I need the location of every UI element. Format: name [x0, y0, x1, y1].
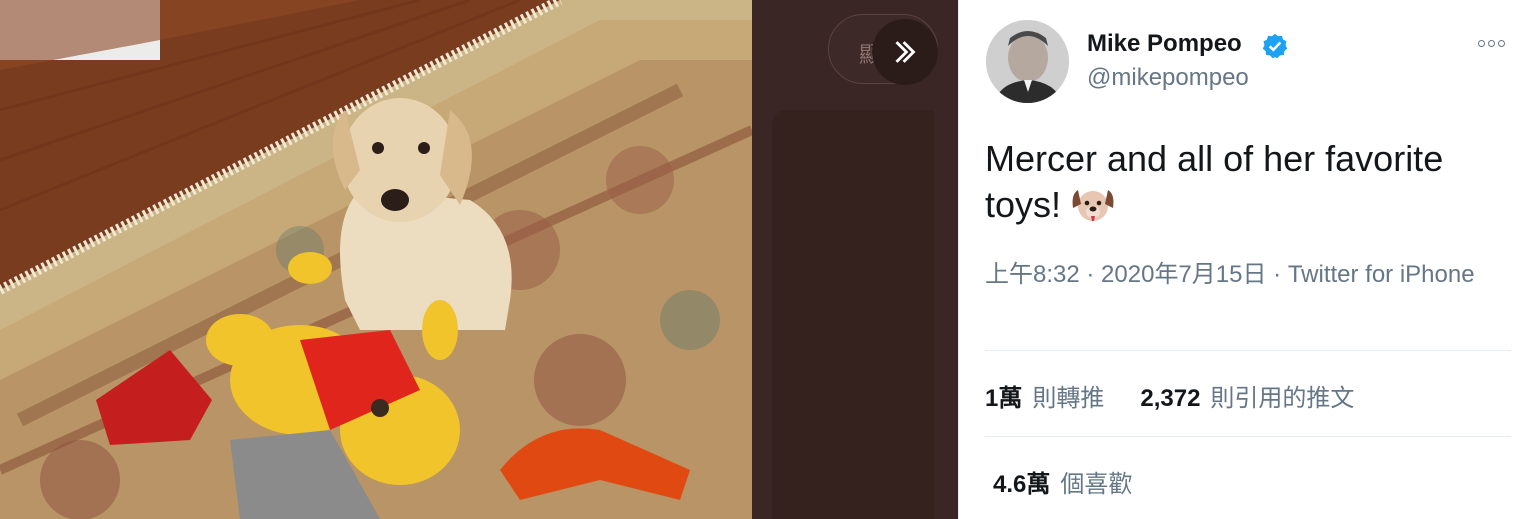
- stat-label: 個喜歡: [1060, 470, 1133, 498]
- divider: [985, 436, 1511, 437]
- tweet-text-content: Mercer and all of her favorite toys!: [985, 138, 1444, 225]
- tweet-stats: 1萬 則轉推 2,372 則引用的推文: [985, 372, 1390, 418]
- retweets-stat[interactable]: 1萬 則轉推: [985, 378, 1104, 413]
- quote-tweets-stat[interactable]: 2,372 則引用的推文: [1140, 378, 1354, 413]
- tweet-detail: Mike Pompeo @mikepompeo Mercer and all o…: [959, 0, 1536, 519]
- tweet-time: 上午8:32: [985, 261, 1080, 288]
- avatar[interactable]: [986, 20, 1069, 103]
- author-handle[interactable]: @mikepompeo: [1087, 64, 1249, 92]
- stat-label: 則引用的推文: [1210, 384, 1355, 412]
- next-button[interactable]: [872, 19, 938, 85]
- tweet-text: Mercer and all of her favorite toys!: [985, 136, 1515, 228]
- tweet-timestamp-link[interactable]: 上午8:32 · 2020年7月15日: [985, 261, 1266, 288]
- stat-label: 則轉推: [1032, 384, 1105, 412]
- more-dot-icon: [1477, 39, 1485, 47]
- dimmed-panel: [772, 110, 934, 519]
- dog-face-icon: [1072, 190, 1114, 221]
- stat-value: 1萬: [985, 384, 1023, 412]
- more-dot-icon: [1487, 39, 1495, 47]
- meta-separator: ·: [1079, 261, 1102, 288]
- verified-badge-icon: [1262, 33, 1288, 59]
- meta-separator: ·: [1266, 261, 1288, 288]
- media-viewer: 顯: [0, 0, 958, 519]
- tweet-date: 2020年7月15日: [1101, 261, 1267, 288]
- tweet-photo[interactable]: [0, 0, 752, 519]
- stat-value: 2,372: [1140, 384, 1201, 412]
- divider: [985, 350, 1511, 351]
- tweet-source-link[interactable]: Twitter for iPhone: [1288, 261, 1475, 288]
- more-options-button[interactable]: [1471, 28, 1511, 58]
- likes-stat[interactable]: 4.6萬 個喜歡: [993, 458, 1168, 504]
- avatar-image: [986, 20, 1069, 103]
- more-dot-icon: [1497, 39, 1505, 47]
- chevron-double-right-icon: [895, 41, 916, 63]
- tweet-meta: 上午8:32 · 2020年7月15日 · Twitter for iPhone: [985, 258, 1505, 292]
- stat-value: 4.6萬: [993, 470, 1051, 498]
- author-name[interactable]: Mike Pompeo: [1087, 30, 1242, 58]
